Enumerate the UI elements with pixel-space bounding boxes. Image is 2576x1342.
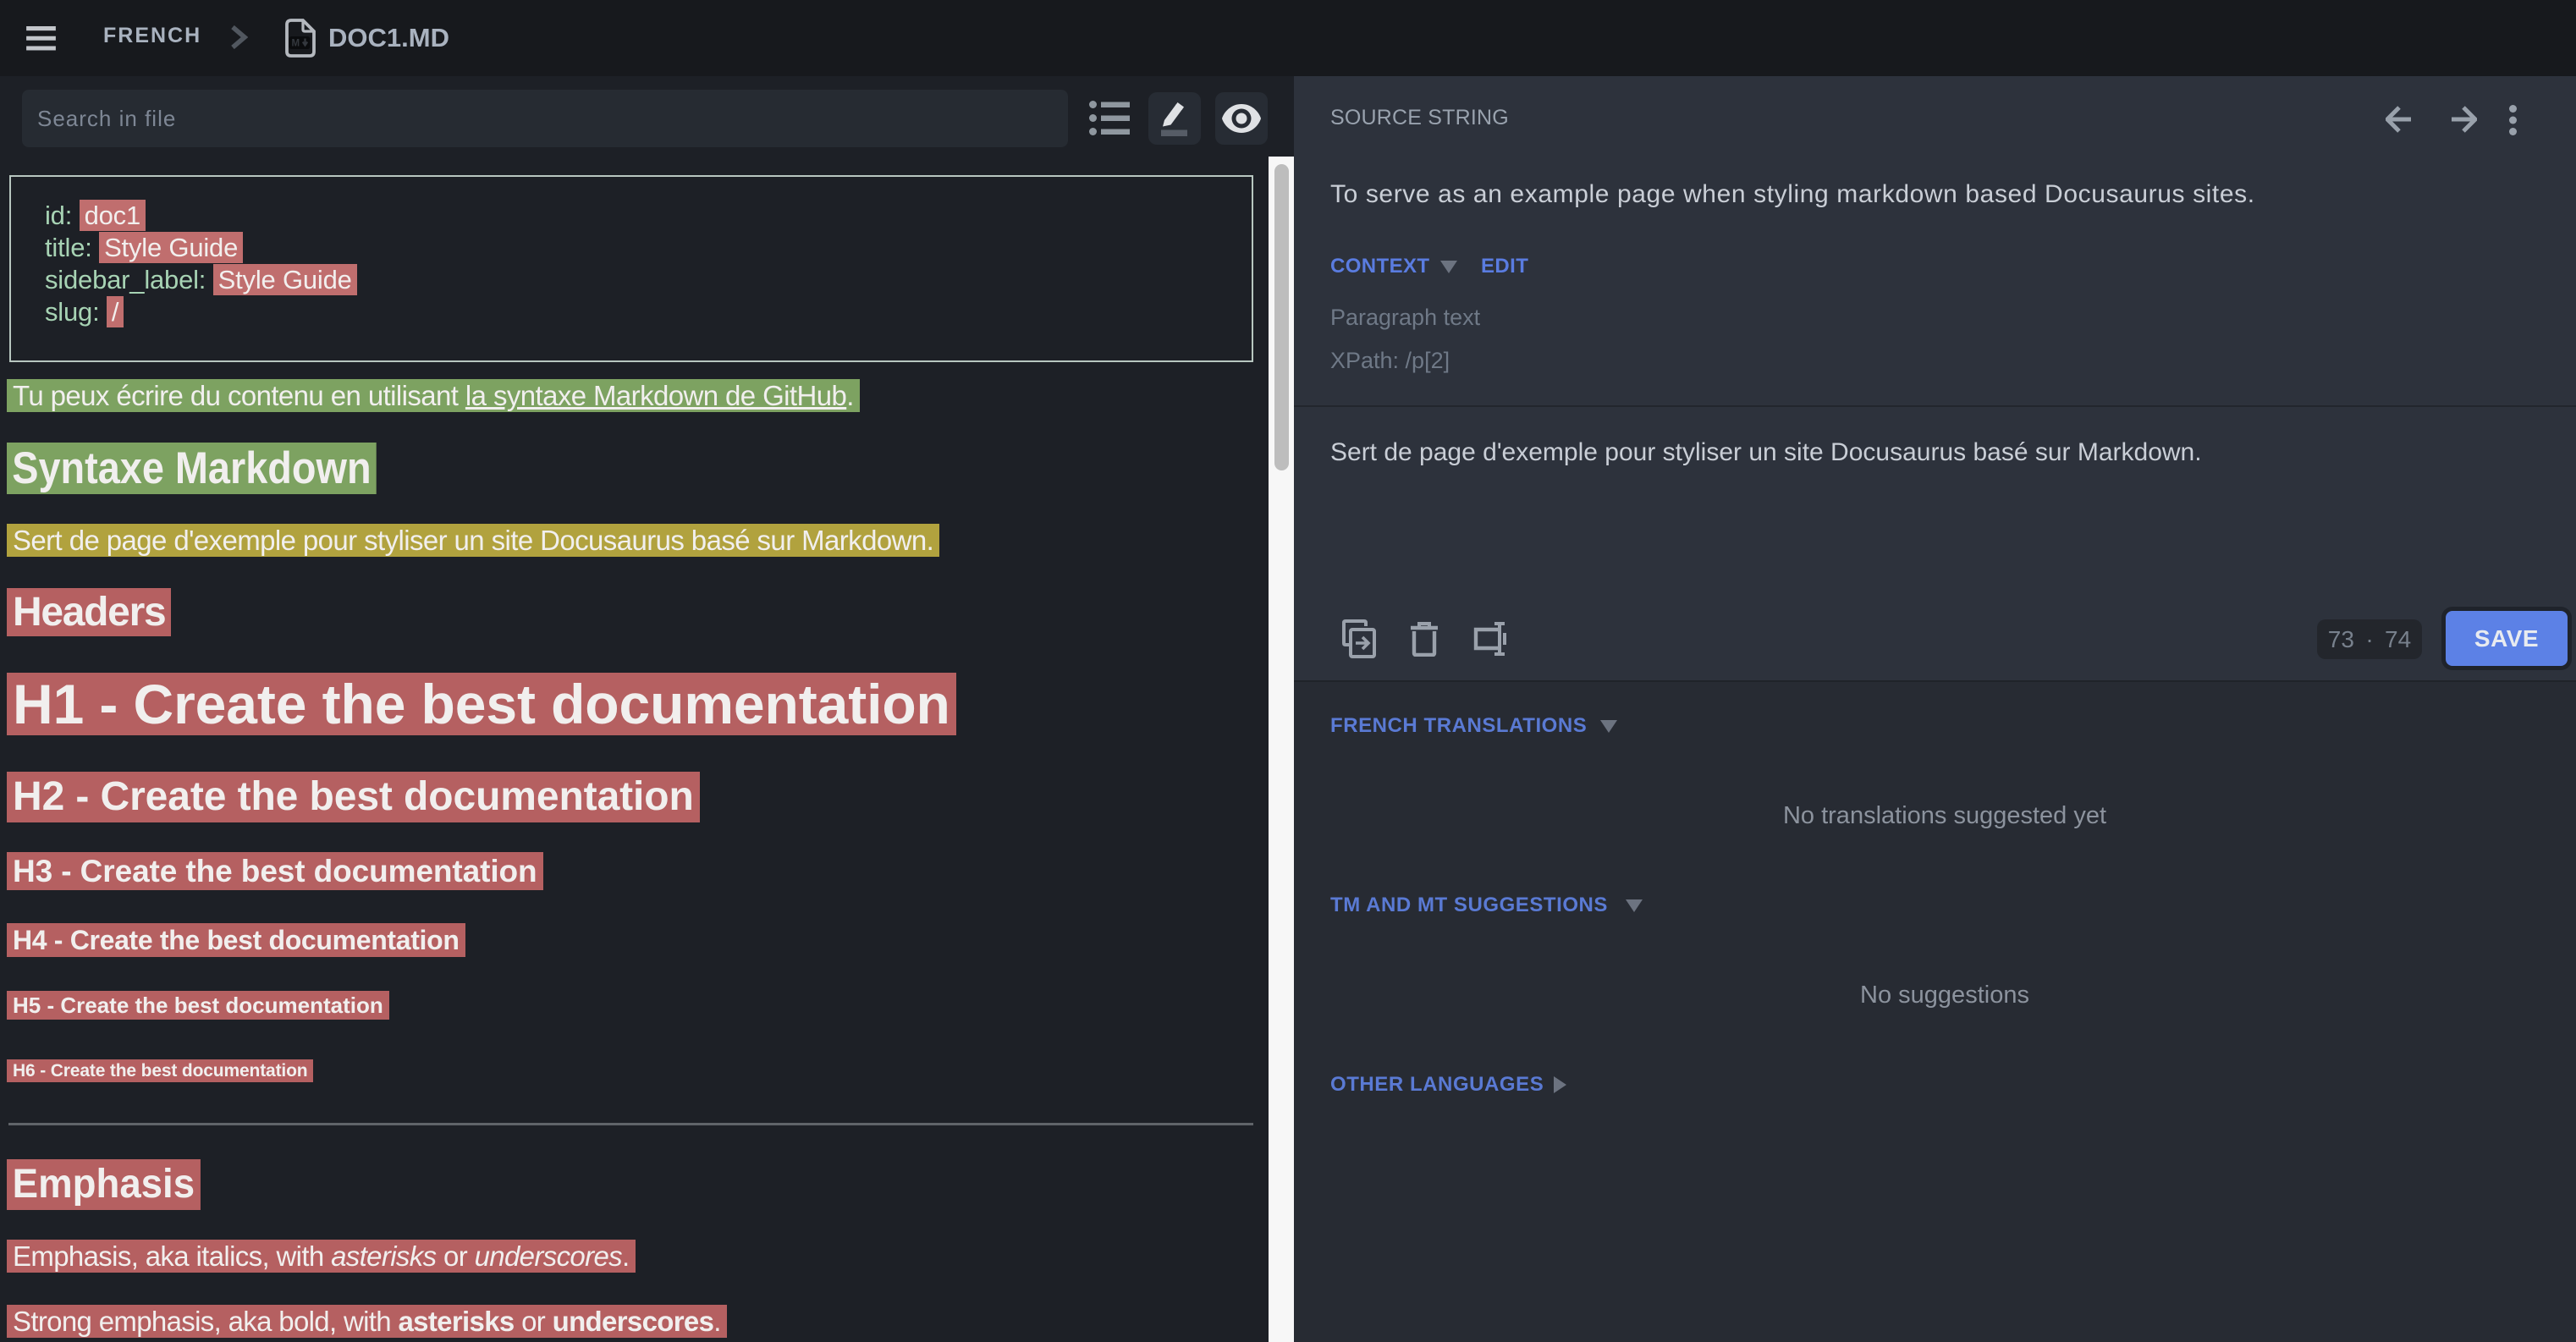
svg-text:M: M [292, 39, 300, 49]
